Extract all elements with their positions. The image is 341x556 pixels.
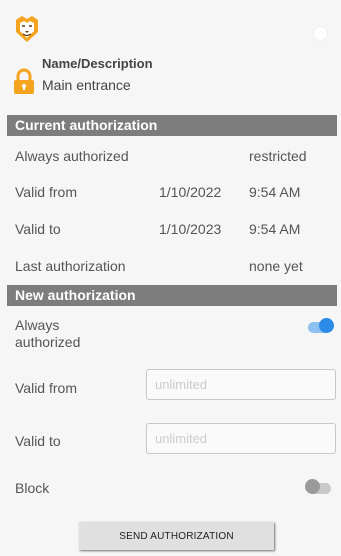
current-valid-from-time: 9:54 AM bbox=[249, 184, 301, 200]
lion-logo-icon bbox=[16, 16, 38, 42]
valid-to-input[interactable]: unlimited bbox=[146, 423, 336, 454]
status-indicator bbox=[313, 26, 328, 41]
block-label: Block bbox=[15, 480, 50, 496]
current-always-authorized-label: Always authorized bbox=[15, 148, 129, 164]
last-authorization-value: none yet bbox=[249, 258, 303, 274]
block-toggle[interactable] bbox=[305, 479, 331, 496]
current-valid-to-date: 1/10/2023 bbox=[159, 221, 222, 237]
name-description-value: Main entrance bbox=[42, 77, 131, 93]
new-authorization-header: New authorization bbox=[7, 285, 337, 306]
last-authorization-label: Last authorization bbox=[15, 258, 126, 274]
current-valid-from-date: 1/10/2022 bbox=[159, 184, 222, 200]
current-authorization-header: Current authorization bbox=[7, 115, 337, 136]
name-description-label: Name/Description bbox=[42, 56, 153, 71]
new-always-authorized-label-line2: authorized bbox=[15, 334, 81, 350]
always-authorized-toggle[interactable] bbox=[308, 318, 334, 335]
send-authorization-button[interactable]: SEND AUTHORIZATION bbox=[79, 522, 274, 550]
new-valid-from-label: Valid from bbox=[15, 380, 77, 396]
new-always-authorized-label-line1: Always bbox=[15, 317, 60, 333]
lock-icon bbox=[14, 68, 34, 94]
current-valid-to-time: 9:54 AM bbox=[249, 221, 301, 237]
new-valid-to-label: Valid to bbox=[15, 433, 61, 449]
current-valid-to-label: Valid to bbox=[15, 221, 61, 237]
valid-from-input[interactable]: unlimited bbox=[146, 369, 336, 400]
current-valid-from-label: Valid from bbox=[15, 184, 77, 200]
current-always-authorized-value: restricted bbox=[249, 148, 307, 164]
